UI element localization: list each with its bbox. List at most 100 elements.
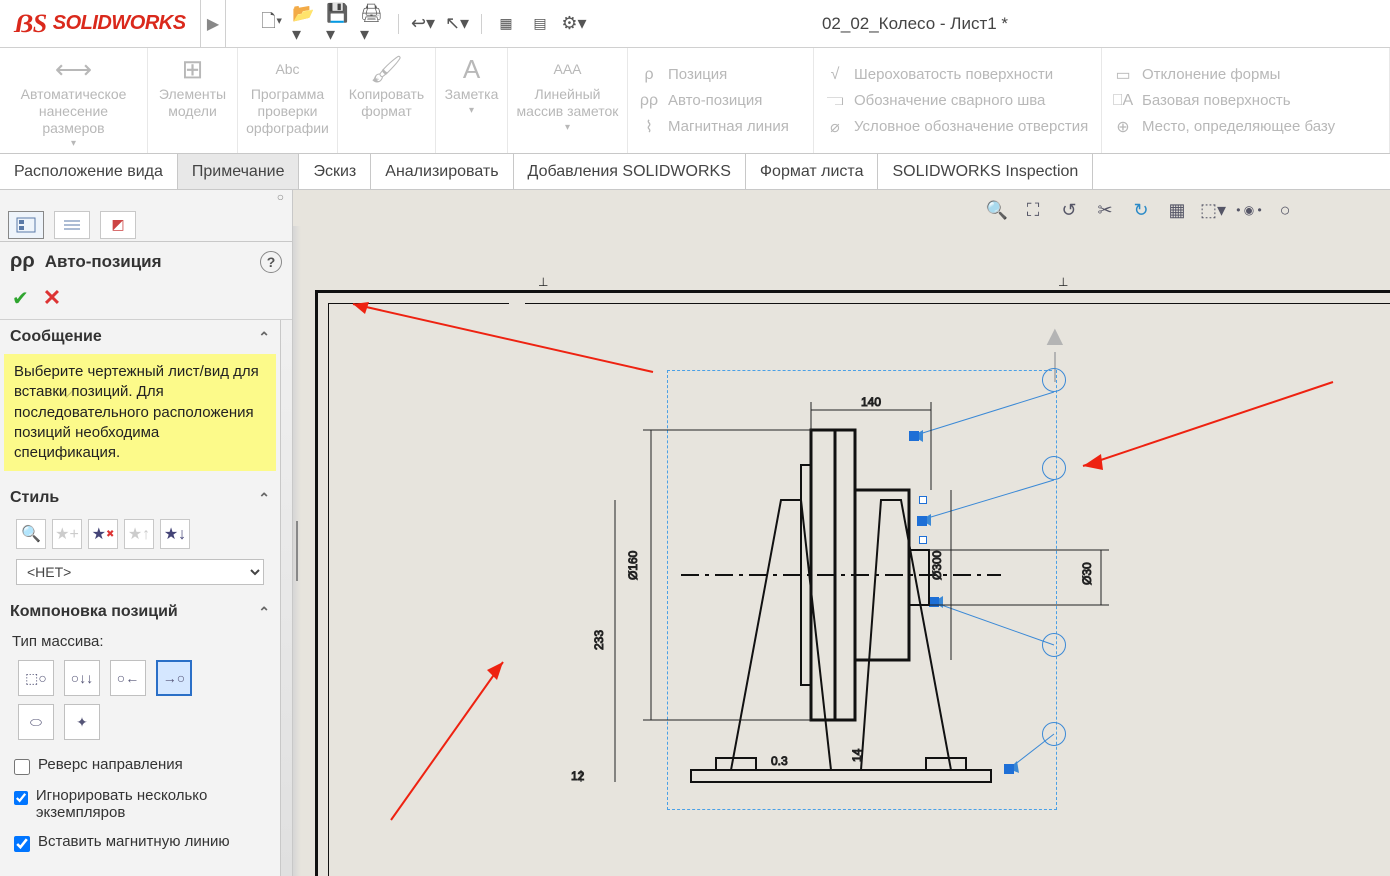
- pattern-right[interactable]: →○: [156, 660, 192, 696]
- svg-text:14: 14: [850, 748, 864, 762]
- tab-inspection[interactable]: SOLIDWORKS Inspection: [878, 154, 1093, 189]
- cmd-hole[interactable]: ⌀Условное обозначение отверстия: [824, 116, 1091, 138]
- drawing-geometry: 140 Ø160 Ø300 Ø30 233 12 0.3: [571, 370, 1171, 820]
- auto-balloon-header-icon: ρρ: [10, 250, 35, 273]
- cmd-surface-finish[interactable]: √Шероховатость поверхности: [824, 64, 1091, 86]
- undo-icon[interactable]: ↩▾: [409, 10, 437, 38]
- note-array-icon: AAA: [553, 54, 581, 84]
- cmd-form-tol[interactable]: ▭Отклонение формы: [1112, 64, 1379, 86]
- ruler-mark: ⊥: [538, 275, 548, 289]
- section-layout[interactable]: Компоновка позиций ⌃: [0, 595, 280, 629]
- cmd-note[interactable]: A Заметка ▾: [436, 48, 508, 153]
- check-reverse[interactable]: Реверс направления: [0, 750, 280, 781]
- dim-icon: ◩: [111, 216, 124, 233]
- section-view-icon[interactable]: ✂: [1090, 196, 1120, 224]
- brush-icon: 🖌: [370, 54, 403, 84]
- hide-show-icon[interactable]: • ◉ •: [1234, 196, 1264, 224]
- rotate-icon[interactable]: ↻: [1126, 196, 1156, 224]
- style-down-button[interactable]: ★↓: [160, 519, 190, 549]
- svg-text:Ø300: Ø300: [930, 550, 944, 580]
- view-toolbar: 🔍 ⛶ ↺ ✂ ↻ ▦ ⬚▾ • ◉ • ○: [982, 196, 1300, 224]
- cmd-copy-format[interactable]: 🖌 Копировать формат: [338, 48, 436, 153]
- ribbon: ⟷ Автоматическое нанесение размеров ▾ ⊞ …: [0, 48, 1390, 154]
- open-icon[interactable]: 📂▾: [292, 10, 320, 38]
- hole-icon: ⌀: [824, 116, 846, 138]
- pmtab-config[interactable]: [54, 211, 90, 239]
- config-icon: [62, 217, 82, 233]
- panel-tabs: ◩: [0, 208, 292, 242]
- cmd-auto-balloon[interactable]: ρρАвто-позиция: [638, 90, 803, 112]
- pattern-bottom[interactable]: ○↓↓: [64, 660, 100, 696]
- pattern-cross[interactable]: ✦: [64, 704, 100, 740]
- scrollbar[interactable]: [280, 320, 292, 876]
- pattern-row1: ⬚○ ○↓↓ ○← →○: [0, 654, 280, 702]
- appearance-icon[interactable]: ○: [1270, 196, 1300, 224]
- style-up-button[interactable]: ★↑: [124, 519, 154, 549]
- cmd-balloon[interactable]: ρПозиция: [638, 64, 803, 86]
- tab-sheet-format[interactable]: Формат листа: [746, 154, 879, 189]
- zoom-fit-icon[interactable]: 🔍: [982, 196, 1012, 224]
- note-icon: A: [463, 54, 480, 84]
- tab-annotation[interactable]: Примечание: [178, 154, 300, 189]
- panel-pin[interactable]: ○: [0, 190, 292, 208]
- select-icon[interactable]: ↖▾: [443, 10, 471, 38]
- style-buttons: 🔍 ★+ ★✖ ★↑ ★↓: [0, 515, 280, 553]
- display-style-icon[interactable]: ▦: [1162, 196, 1192, 224]
- drawing-canvas[interactable]: 🔍 ⛶ ↺ ✂ ↻ ▦ ⬚▾ • ◉ • ○ ⊥ ⊥ ▲: [293, 190, 1390, 876]
- pm-title: Авто-позиция: [45, 252, 162, 272]
- section-style[interactable]: Стиль ⌃: [0, 481, 280, 515]
- cancel-button[interactable]: ✕: [43, 285, 61, 311]
- tab-view-layout[interactable]: Расположение вида: [0, 154, 178, 189]
- pattern-left[interactable]: ○←: [110, 660, 146, 696]
- pattern-square[interactable]: ⬚○: [18, 660, 54, 696]
- zoom-area-icon[interactable]: ⛶: [1018, 196, 1048, 224]
- pm-header: ρρ Авто-позиция ?: [0, 242, 292, 281]
- pmtab-feature[interactable]: [8, 211, 44, 239]
- weld-icon: ⫎: [824, 90, 846, 112]
- model-items-icon: ⊞: [182, 54, 204, 84]
- layers-icon[interactable]: ▦: [492, 10, 520, 38]
- ok-button[interactable]: ✔: [12, 286, 29, 311]
- datum-target-icon: ⊕: [1112, 116, 1134, 138]
- form-tol-icon: ▭: [1112, 64, 1134, 86]
- dimension-icon: ⟷: [55, 54, 92, 84]
- save-icon[interactable]: 💾▾: [326, 10, 354, 38]
- splitter[interactable]: [293, 226, 301, 876]
- cmd-magnet-line[interactable]: ⌇Магнитная линия: [638, 116, 803, 138]
- cmd-note-array[interactable]: AAA Линейный массив заметок ▾: [508, 48, 628, 153]
- style-load-button[interactable]: 🔍: [16, 519, 46, 549]
- cmd-datum-target[interactable]: ⊕Место, определяющее базу: [1112, 116, 1379, 138]
- auto-balloon-icon: ρρ: [638, 90, 660, 112]
- pmtab-dim[interactable]: ◩: [100, 211, 136, 239]
- check-ignore-multi[interactable]: Игнорировать несколько экземпляров: [0, 781, 280, 827]
- cmd-weld[interactable]: ⫎Обозначение сварного шва: [824, 90, 1091, 112]
- svg-text:Ø30: Ø30: [1080, 562, 1094, 585]
- style-del-button[interactable]: ★✖: [88, 519, 118, 549]
- cmd-auto-dimension[interactable]: ⟷ Автоматическое нанесение размеров ▾: [0, 48, 148, 153]
- cmd-spell-check[interactable]: Abc Программа проверки орфографии: [238, 48, 338, 153]
- cmd-model-items[interactable]: ⊞ Элементы модели: [148, 48, 238, 153]
- expand-panel-button[interactable]: ▶: [200, 0, 226, 48]
- style-add-button[interactable]: ★+: [52, 519, 82, 549]
- pattern-circular[interactable]: ⬭: [18, 704, 54, 740]
- tab-sketch[interactable]: Эскиз: [299, 154, 371, 189]
- view-orient-icon[interactable]: ⬚▾: [1198, 196, 1228, 224]
- cmd-datum[interactable]: ⎕AБазовая поверхность: [1112, 90, 1379, 112]
- style-select[interactable]: <НЕТ>: [16, 559, 264, 585]
- surface-finish-icon: √: [824, 64, 846, 86]
- ds-icon: ẞS: [14, 9, 47, 39]
- new-icon[interactable]: 🗋▾: [258, 10, 286, 38]
- print-icon[interactable]: 🖨▾: [360, 10, 388, 38]
- tab-swaddins[interactable]: Добавления SOLIDWORKS: [514, 154, 746, 189]
- message-text: Выберите чертежный лист/вид для вставки …: [4, 354, 276, 471]
- section-message[interactable]: Сообщение ⌃: [0, 320, 280, 354]
- tab-evaluate[interactable]: Анализировать: [371, 154, 513, 189]
- spell-icon: Abc: [275, 54, 299, 84]
- app-logo: ẞS SOLIDWORKS: [0, 9, 200, 39]
- help-icon[interactable]: ?: [260, 251, 282, 273]
- options-gear-icon[interactable]: ⚙▾: [560, 10, 588, 38]
- check-magnet-line[interactable]: Вставить магнитную линию: [0, 827, 280, 858]
- zoom-prev-icon[interactable]: ↺: [1054, 196, 1084, 224]
- display-icon[interactable]: ▤: [526, 10, 554, 38]
- chevron-up-icon: ⌃: [258, 329, 270, 346]
